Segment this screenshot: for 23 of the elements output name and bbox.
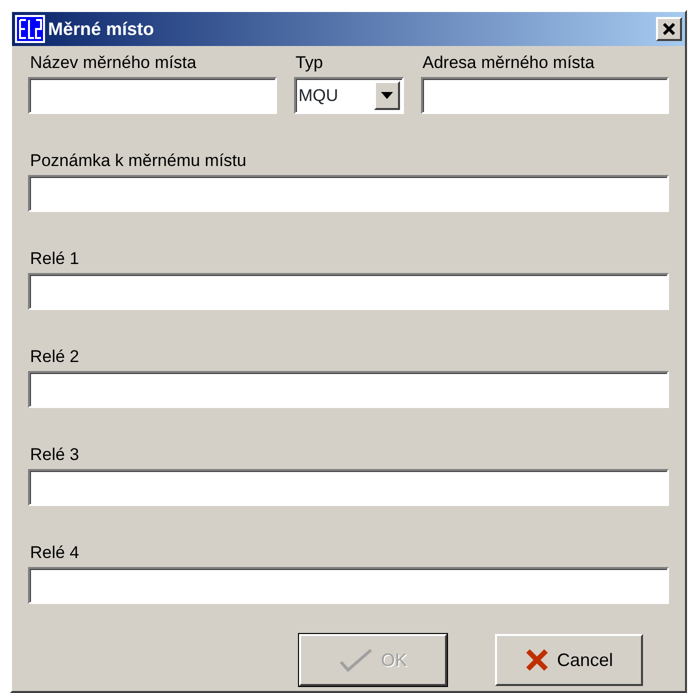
field-label: Adresa měrného místa [422,53,594,73]
input-field[interactable] [28,77,276,114]
field-label: Relé 1 [30,249,80,269]
cross-icon [524,648,549,672]
input-field[interactable] [28,273,669,310]
app-logo-icon [15,15,45,43]
cancel-button[interactable]: Cancel [495,634,643,686]
close-icon [662,23,676,35]
input-field[interactable] [420,77,669,114]
input-field[interactable] [28,175,669,212]
check-icon [338,648,373,672]
input-field[interactable] [28,371,669,408]
close-button[interactable] [656,17,682,41]
field-label: Relé 2 [30,347,80,367]
field-label: Relé 3 [30,445,80,465]
window-title: Měrné místo [48,18,154,40]
input-field[interactable] [28,567,669,604]
input-field[interactable] [28,469,669,506]
type-dropdown[interactable]: MQU [294,77,404,114]
field-label: Relé 4 [30,543,80,563]
field-label: Typ [296,53,323,73]
field-label: Název měrného místa [30,53,196,73]
field-label: Poznámka k měrnému místu [30,151,246,171]
